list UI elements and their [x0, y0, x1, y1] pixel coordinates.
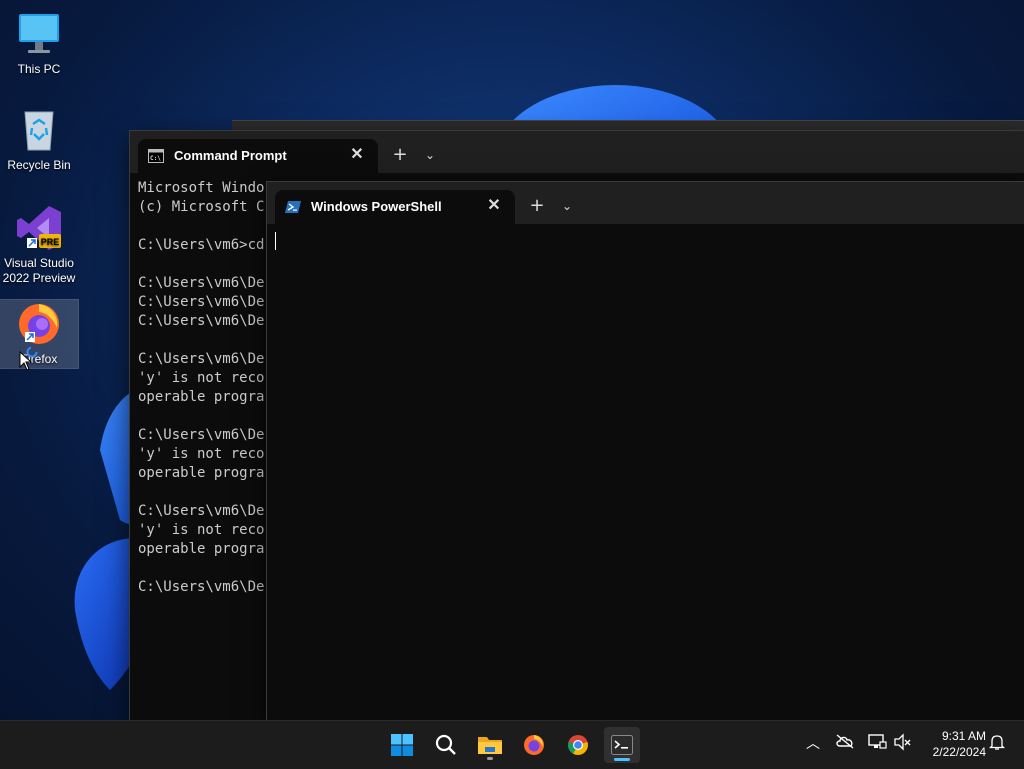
tab-strip: Windows PowerShell ✕ + ⌄ [267, 182, 1024, 224]
tab-windows-powershell[interactable]: Windows PowerShell ✕ [275, 190, 515, 224]
monitor-icon [15, 10, 63, 58]
text-cursor [275, 232, 276, 250]
chrome-taskbar-button[interactable] [560, 727, 596, 763]
search-button[interactable] [428, 727, 464, 763]
desktop-icon-label: Recycle Bin [7, 158, 71, 172]
tab-label: Windows PowerShell [311, 199, 442, 214]
clock[interactable]: 9:31 AM 2/22/2024 [933, 728, 986, 760]
desktop-icon-label: This PC [17, 62, 61, 76]
firefox-taskbar-button[interactable] [516, 727, 552, 763]
running-indicator [487, 757, 493, 760]
file-explorer-button[interactable] [472, 727, 508, 763]
windows-logo-icon [391, 734, 413, 756]
chevron-down-icon[interactable]: ⌄ [418, 143, 442, 167]
desktop-icon-this-pc[interactable]: This PC [0, 10, 78, 77]
desktop-icon-recycle-bin[interactable]: Recycle Bin [0, 106, 78, 173]
new-tab-button[interactable]: + [388, 143, 412, 167]
onedrive-icon[interactable] [834, 733, 856, 755]
start-button[interactable] [384, 727, 420, 763]
taskbar: ︿ 9:31 AM 2/22/2024 [0, 720, 1024, 769]
tab-command-prompt[interactable]: C:\ Command Prompt ✕ [138, 139, 378, 173]
close-tab-button[interactable]: ✕ [348, 146, 366, 164]
desktop-icon-label: Firefox [20, 352, 58, 366]
clock-time: 9:31 AM [941, 729, 986, 743]
network-icon[interactable] [866, 733, 888, 755]
visual-studio-icon: PRE [15, 204, 63, 252]
search-icon [435, 734, 456, 755]
notification-bell-icon[interactable] [986, 733, 1008, 755]
active-indicator [614, 758, 630, 761]
new-tab-button[interactable]: + [525, 194, 549, 218]
tab-label: Command Prompt [174, 148, 287, 163]
terminal-taskbar-button[interactable] [604, 727, 640, 763]
firefox-icon [15, 300, 63, 348]
desktop-icon-label: Visual Studio 2022 Preview [2, 256, 76, 285]
clock-date: 2/22/2024 [932, 745, 986, 759]
powershell-icon [285, 201, 301, 213]
tab-strip: C:\ Command Prompt ✕ + ⌄ [130, 131, 1024, 173]
folder-icon [478, 737, 502, 754]
terminal-icon [611, 735, 633, 755]
powershell-window[interactable]: Windows PowerShell ✕ + ⌄ [266, 181, 1024, 722]
powershell-output[interactable] [267, 224, 1024, 721]
recycle-bin-icon [15, 106, 63, 154]
chevron-down-icon[interactable]: ⌄ [555, 194, 579, 218]
volume-muted-icon[interactable] [892, 733, 914, 755]
desktop-icon-firefox[interactable]: Firefox [0, 299, 79, 369]
firefox-icon [524, 735, 544, 755]
close-tab-button[interactable]: ✕ [485, 197, 503, 215]
busy-ring-icon [26, 346, 38, 358]
pre-badge: PRE [41, 237, 60, 247]
chevron-up-icon[interactable]: ︿ [802, 733, 824, 755]
svg-text:C:\: C:\ [150, 155, 161, 162]
chrome-icon [567, 735, 588, 755]
cmd-icon: C:\ [148, 149, 164, 163]
desktop-icon-visual-studio[interactable]: PRE Visual Studio 2022 Preview [0, 204, 78, 286]
